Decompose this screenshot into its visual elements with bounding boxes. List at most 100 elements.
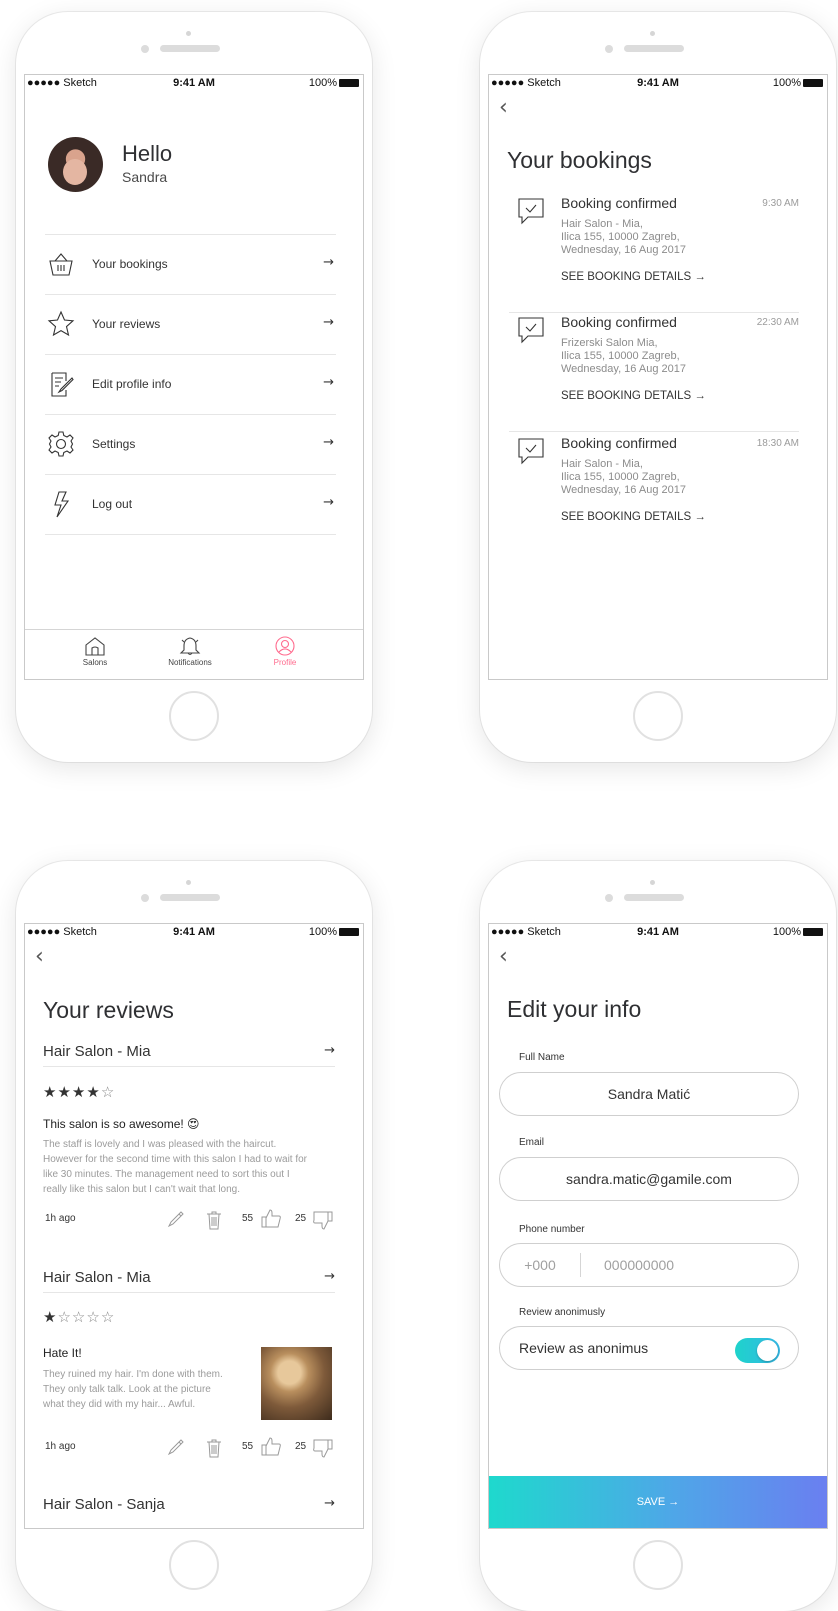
page-title: Edit your info bbox=[507, 996, 642, 1022]
user-name: Sandra bbox=[122, 169, 168, 185]
earpiece-speaker bbox=[160, 894, 220, 901]
reviews-screen: ●●●●● Sketch 9:41 AM 100% ‹ Your reviews… bbox=[24, 923, 364, 1529]
battery-icon bbox=[339, 79, 359, 87]
booking-title: Booking confirmed bbox=[561, 435, 677, 451]
battery-percent: 100% bbox=[772, 77, 801, 89]
basket-icon bbox=[49, 253, 73, 276]
booking-time: 9:30 AM bbox=[762, 198, 799, 209]
address-line: Wednesday, 16 Aug 2017 bbox=[561, 484, 686, 496]
review-title: This salon is so awesome! 😍 bbox=[43, 1117, 200, 1131]
tab-profile[interactable]: Profile bbox=[245, 636, 325, 667]
phone-prefix-input[interactable]: +000 bbox=[500, 1244, 580, 1286]
see-booking-details-link[interactable]: SEE BOOKING DETAILS → bbox=[561, 390, 706, 402]
earpiece-speaker bbox=[160, 45, 220, 52]
arrow-right-icon: → bbox=[324, 1496, 335, 1511]
pencil-icon[interactable] bbox=[167, 1210, 185, 1228]
home-button[interactable] bbox=[633, 691, 683, 741]
review-title: Hate It! bbox=[43, 1346, 82, 1360]
star-empty-icon: ☆ bbox=[100, 1308, 116, 1326]
page-title: Your reviews bbox=[43, 997, 174, 1023]
menu-item-reviews[interactable]: Your reviews → bbox=[45, 295, 336, 355]
review-meta: 1h ago 55 25 bbox=[43, 1208, 335, 1231]
review-text-line: However for the second time with this sa… bbox=[43, 1154, 308, 1165]
home-button[interactable] bbox=[169, 1540, 219, 1590]
arrow-right-icon: → bbox=[323, 255, 334, 270]
front-camera bbox=[186, 31, 191, 36]
gear-icon bbox=[48, 431, 74, 457]
profile-screen: ●●●●● Sketch 9:41 AM 100% Hello Sandra Y… bbox=[24, 74, 364, 680]
salon-name: Hair Salon - Sanja bbox=[43, 1496, 165, 1513]
booking-address: Hair Salon - Mia, Ilica 155, 10000 Zagre… bbox=[561, 458, 686, 497]
email-field[interactable]: sandra.matic@gamile.com bbox=[499, 1157, 799, 1201]
home-button[interactable] bbox=[169, 691, 219, 741]
menu-item-settings[interactable]: Settings → bbox=[45, 415, 336, 475]
proximity-sensor bbox=[141, 45, 149, 53]
menu-item-bookings[interactable]: Your bookings → bbox=[45, 235, 336, 295]
avatar[interactable] bbox=[48, 137, 103, 192]
home-icon bbox=[85, 637, 105, 656]
battery-icon bbox=[803, 79, 823, 87]
menu-item-logout[interactable]: Log out → bbox=[45, 475, 336, 535]
booking-item: Booking confirmed 9:30 AM Hair Salon - M… bbox=[509, 195, 799, 313]
tab-salons[interactable]: Salons bbox=[55, 636, 135, 667]
like-count: 55 bbox=[242, 1213, 254, 1224]
review-salon-header[interactable]: Hair Salon - Mia → bbox=[43, 1043, 335, 1067]
menu-item-edit-profile[interactable]: Edit profile info → bbox=[45, 355, 336, 415]
profile-menu: Your bookings → Your reviews → Edit prof… bbox=[45, 234, 336, 535]
tab-notifications[interactable]: Notifications bbox=[150, 636, 230, 667]
like-count: 55 bbox=[242, 1441, 254, 1452]
chat-check-icon bbox=[518, 198, 544, 225]
greeting: Hello bbox=[122, 141, 173, 166]
battery-indicator: 100% bbox=[309, 77, 359, 89]
address-line: Wednesday, 16 Aug 2017 bbox=[561, 244, 686, 256]
thumbs-down-icon[interactable] bbox=[312, 1439, 334, 1459]
review-salon-header[interactable]: Hair Salon - Sanja → bbox=[43, 1496, 335, 1520]
thumbs-down-icon[interactable] bbox=[312, 1211, 334, 1231]
trash-icon[interactable] bbox=[206, 1438, 222, 1458]
review-text-line: like 30 minutes. The management need to … bbox=[43, 1169, 290, 1180]
see-booking-details-link[interactable]: SEE BOOKING DETAILS → bbox=[561, 271, 706, 283]
review-anonymous-label: Review anonimusly bbox=[519, 1307, 606, 1318]
front-camera bbox=[650, 880, 655, 885]
star-filled-icon: ★ bbox=[57, 1083, 72, 1101]
booking-item: Booking confirmed 22:30 AM Frizerski Sal… bbox=[509, 314, 799, 432]
arrow-right-icon: → bbox=[323, 375, 334, 390]
address-line: Wednesday, 16 Aug 2017 bbox=[561, 363, 686, 375]
review-text-line: The staff is lovely and I was pleased wi… bbox=[43, 1139, 277, 1150]
star-empty-icon: ☆ bbox=[86, 1308, 101, 1326]
review-anonymous-toggle[interactable] bbox=[735, 1338, 780, 1363]
trash-icon[interactable] bbox=[206, 1210, 222, 1230]
review-photo[interactable] bbox=[261, 1347, 332, 1420]
status-bar: ●●●●● Sketch 9:41 AM 100% bbox=[489, 924, 827, 940]
review-text-line: what they did with my hair... Awful. bbox=[43, 1399, 196, 1410]
home-button[interactable] bbox=[633, 1540, 683, 1590]
star-filled-icon: ★ bbox=[43, 1308, 58, 1326]
booking-item: Booking confirmed 18:30 AM Hair Salon - … bbox=[509, 435, 799, 553]
booking-time: 18:30 AM bbox=[756, 438, 799, 449]
review-body: The staff is lovely and I was pleased wi… bbox=[43, 1137, 307, 1197]
back-icon[interactable]: ‹ bbox=[35, 946, 44, 968]
address-line: Ilica 155, 10000 Zagreb, bbox=[561, 231, 680, 243]
see-booking-details-link[interactable]: SEE BOOKING DETAILS → bbox=[561, 511, 706, 523]
edit-info-screen: ●●●●● Sketch 9:41 AM 100% ‹ Edit your in… bbox=[488, 923, 828, 1529]
dislike-count: 25 bbox=[295, 1441, 307, 1452]
status-bar: ●●●●● Sketch 9:41 AM 100% bbox=[25, 924, 363, 940]
bell-icon bbox=[179, 637, 201, 656]
pencil-icon[interactable] bbox=[167, 1438, 185, 1456]
address-line: Hair Salon - Mia, bbox=[561, 458, 643, 470]
full-name-field[interactable]: Sandra Matić bbox=[499, 1072, 799, 1116]
arrow-right-icon: → bbox=[324, 1043, 335, 1058]
booking-title: Booking confirmed bbox=[561, 314, 677, 330]
phone-number-input[interactable]: 000000000 bbox=[604, 1244, 674, 1286]
back-icon[interactable]: ‹ bbox=[499, 946, 508, 968]
review-salon-header[interactable]: Hair Salon - Mia → bbox=[43, 1269, 335, 1293]
star-icon bbox=[47, 310, 75, 337]
phone-reviews: ●●●●● Sketch 9:41 AM 100% ‹ Your reviews… bbox=[16, 861, 372, 1611]
thumbs-up-icon[interactable] bbox=[260, 1436, 282, 1456]
review-text-line: really like this salon but I can't wait … bbox=[43, 1184, 241, 1195]
save-button[interactable]: SAVE → bbox=[489, 1476, 827, 1528]
back-icon[interactable]: ‹ bbox=[499, 97, 508, 119]
thumbs-up-icon[interactable] bbox=[260, 1208, 282, 1228]
menu-item-label: Edit profile info bbox=[92, 377, 172, 391]
battery-percent: 100% bbox=[308, 77, 337, 89]
